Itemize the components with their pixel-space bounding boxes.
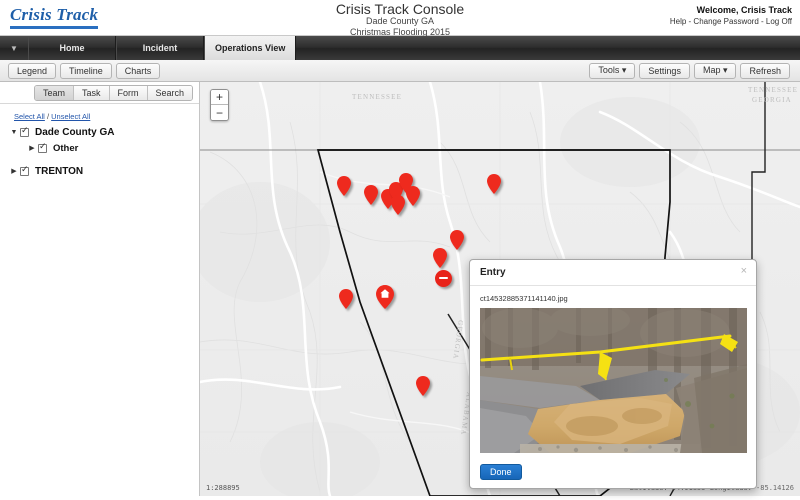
main-navigation: ▼ Home Incident Operations View bbox=[0, 36, 800, 60]
nav-item-incident[interactable]: Incident bbox=[116, 36, 204, 60]
charts-button[interactable]: Charts bbox=[115, 62, 161, 79]
select-all-link[interactable]: Select All bbox=[14, 112, 45, 121]
tree-label-other: Other bbox=[53, 142, 79, 154]
refresh-button[interactable]: Refresh bbox=[740, 62, 790, 79]
change-password-link[interactable]: Change Password bbox=[693, 17, 758, 26]
state-label-tennessee-top: TENNESSEE bbox=[352, 93, 403, 101]
dialog-header: Entry × bbox=[470, 260, 756, 286]
dialog-footer: Done bbox=[470, 456, 756, 488]
settings-button[interactable]: Settings bbox=[639, 62, 690, 79]
map-action-group: Tools ▾ Settings Map ▾ Refresh bbox=[589, 62, 794, 79]
attachment-photo[interactable] bbox=[480, 308, 747, 453]
no-entry-bar bbox=[438, 276, 448, 280]
view-toggle-group: Legend Timeline Charts bbox=[8, 62, 164, 79]
main-body: Team Task Form Search Select All / Unsel… bbox=[0, 82, 800, 496]
map-marker-no-entry-icon[interactable] bbox=[434, 269, 452, 287]
twisty-collapsed-icon-trenton[interactable]: ▶ bbox=[8, 167, 20, 175]
nav-item-operations-view[interactable]: Operations View bbox=[204, 36, 297, 60]
attachment-filename: ct14532885371141140.jpg bbox=[480, 294, 568, 303]
state-label-tennessee-right: TENNESSEE bbox=[748, 86, 799, 94]
tree-label-dade-county: Dade County GA bbox=[35, 126, 115, 138]
map-marker-pin[interactable] bbox=[433, 248, 447, 268]
map-marker-pin[interactable] bbox=[406, 186, 420, 206]
tree-label-trenton: TRENTON bbox=[35, 165, 84, 177]
done-button[interactable]: Done bbox=[480, 464, 522, 480]
timeline-button[interactable]: Timeline bbox=[60, 62, 112, 79]
link-separator-2: - bbox=[758, 17, 766, 26]
tree-item-other[interactable]: ▶ Other bbox=[8, 140, 199, 156]
map-marker-pin[interactable] bbox=[339, 289, 353, 309]
sub-toolbar: Legend Timeline Charts Tools ▾ Settings … bbox=[0, 60, 800, 82]
left-sidebar: Team Task Form Search Select All / Unsel… bbox=[0, 82, 200, 496]
map-zoom-controls[interactable]: + − bbox=[210, 89, 229, 121]
tab-form[interactable]: Form bbox=[109, 85, 148, 100]
welcome-text: Welcome, Crisis Track bbox=[696, 5, 792, 15]
unselect-all-link[interactable]: Unselect All bbox=[51, 112, 90, 121]
top-header: Crisis Track Crisis Track Console Dade C… bbox=[0, 0, 800, 37]
map-scale-text: 1:288895 bbox=[206, 484, 240, 492]
checkbox-trenton[interactable] bbox=[20, 165, 29, 176]
zoom-out-button[interactable]: − bbox=[211, 105, 228, 120]
dialog-body: ct14532885371141140.jpg bbox=[470, 286, 756, 456]
sidebar-filter-tabs: Team Task Form Search bbox=[0, 82, 199, 104]
checkbox-dade-county[interactable] bbox=[20, 126, 29, 137]
map-marker-pin[interactable] bbox=[416, 376, 430, 396]
entry-dialog: Entry × ct14532885371141140.jpg Done bbox=[469, 259, 757, 489]
close-icon[interactable]: × bbox=[741, 266, 747, 277]
menu-caret-icon[interactable]: ▼ bbox=[0, 36, 28, 60]
help-link[interactable]: Help bbox=[670, 17, 686, 26]
tools-dropdown-button[interactable]: Tools ▾ bbox=[589, 62, 636, 79]
legend-button[interactable]: Legend bbox=[8, 62, 57, 79]
select-all-row: Select All / Unselect All bbox=[0, 104, 199, 124]
map-marker-pin[interactable] bbox=[487, 174, 501, 194]
tab-team[interactable]: Team bbox=[34, 85, 74, 100]
tree-item-dade-county[interactable]: ▼ Dade County GA bbox=[8, 124, 199, 140]
log-off-link[interactable]: Log Off bbox=[766, 17, 792, 26]
map-marker-pin[interactable] bbox=[391, 195, 405, 215]
twisty-expanded-icon[interactable]: ▼ bbox=[8, 129, 20, 136]
checkbox-other[interactable] bbox=[38, 142, 47, 153]
map-marker-pin[interactable] bbox=[364, 185, 378, 205]
map-marker-pin[interactable] bbox=[450, 230, 464, 250]
zoom-in-button[interactable]: + bbox=[211, 90, 228, 105]
map-marker-pin[interactable] bbox=[337, 176, 351, 196]
twisty-collapsed-icon[interactable]: ▶ bbox=[26, 144, 38, 152]
map-dropdown-button[interactable]: Map ▾ bbox=[693, 62, 737, 79]
tree-item-trenton[interactable]: ▶ TRENTON bbox=[8, 163, 199, 179]
tab-task[interactable]: Task bbox=[73, 85, 110, 100]
state-label-georgia-right: GEORGIA bbox=[752, 96, 792, 104]
account-links: Help - Change Password - Log Off bbox=[670, 16, 792, 27]
user-account-block: Welcome, Crisis Track Help - Change Pass… bbox=[670, 4, 792, 27]
tab-search[interactable]: Search bbox=[147, 85, 193, 100]
team-tree: ▼ Dade County GA ▶ Other ▶ TRENTON bbox=[0, 124, 199, 179]
nav-item-home[interactable]: Home bbox=[28, 36, 116, 60]
map-marker-home-pin[interactable] bbox=[376, 285, 394, 309]
dialog-title: Entry bbox=[480, 267, 506, 278]
